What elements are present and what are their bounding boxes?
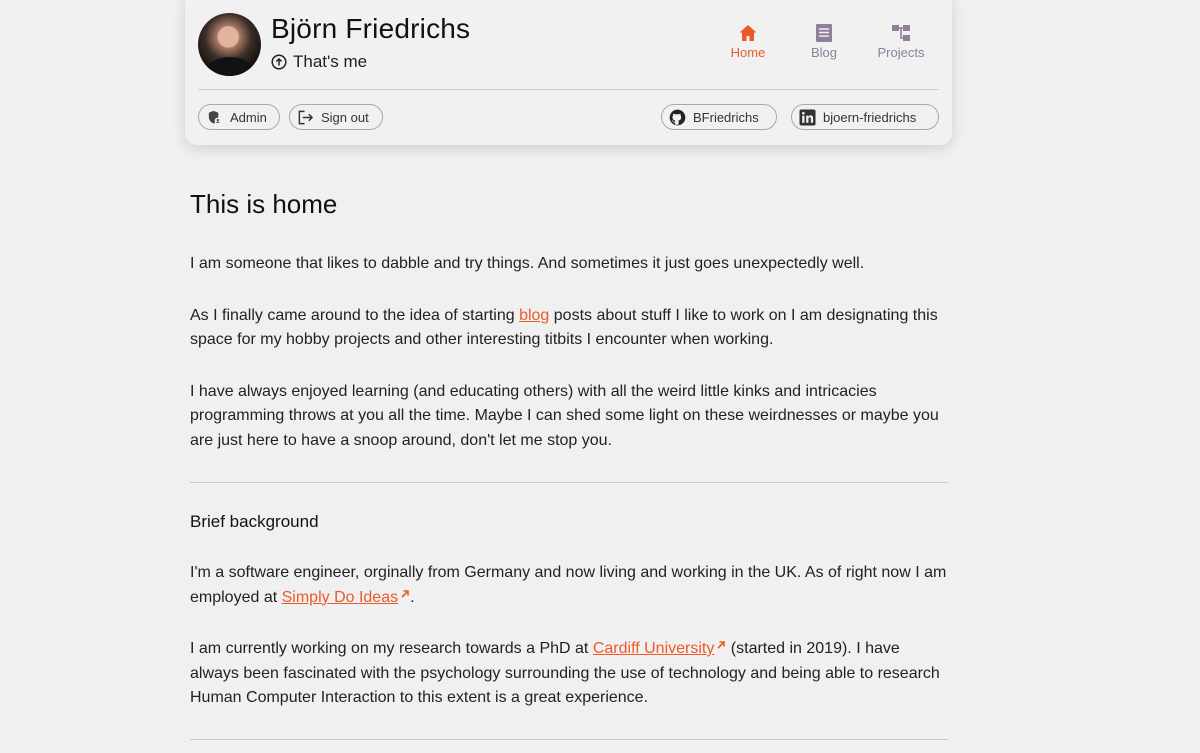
main-content: This is home I am someone that likes to …	[190, 185, 950, 740]
research-paragraph: I am currently working on my research to…	[190, 637, 950, 711]
employment-paragraph: I'm a software engineer, orginally from …	[190, 561, 950, 610]
simply-do-ideas-link-label: Simply Do Ideas	[281, 588, 399, 606]
header-divider	[198, 89, 939, 90]
linkedin-link[interactable]: bjoern-friedrichs	[791, 104, 939, 130]
github-icon	[669, 109, 686, 125]
learning-paragraph: I have always enjoyed learning (and educ…	[190, 382, 939, 449]
linkedin-label: bjoern-friedrichs	[823, 109, 917, 125]
simply-do-ideas-link[interactable]: Simply Do Ideas	[282, 589, 411, 606]
blog-icon	[816, 24, 832, 42]
nav-home-label: Home	[730, 45, 766, 60]
github-link[interactable]: BFriedrichs	[661, 104, 777, 130]
nav-blog-label: Blog	[810, 45, 838, 60]
intro-paragraph: I am someone that likes to dabble and tr…	[190, 255, 865, 272]
cardiff-university-link[interactable]: Cardiff University	[593, 640, 727, 657]
admin-label: Admin	[230, 109, 267, 125]
github-label: BFriedrichs	[693, 109, 759, 125]
cardiff-university-link-label: Cardiff University	[592, 640, 715, 657]
nav-projects-label: Projects	[877, 45, 925, 60]
blog-link[interactable]: blog	[519, 307, 549, 324]
section-divider	[190, 482, 948, 483]
sign-out-icon	[298, 110, 314, 124]
blog-paragraph: As I finally came around to the idea of …	[190, 304, 950, 353]
research-text-start: I am currently working on my research to…	[190, 640, 593, 657]
tagline-text: That's me	[293, 52, 368, 71]
site-owner-name: Björn Friedrichs	[271, 13, 471, 44]
background-heading: Brief background	[190, 512, 319, 531]
avatar	[198, 13, 261, 76]
admin-button[interactable]: Admin	[198, 104, 280, 130]
employment-text-end: .	[410, 588, 415, 606]
nav-projects[interactable]: Projects	[869, 22, 933, 60]
linkedin-icon	[799, 108, 816, 126]
section-divider	[190, 738, 948, 740]
shield-user-icon	[208, 110, 222, 124]
sign-out-button[interactable]: Sign out	[289, 104, 383, 130]
external-link-icon	[401, 589, 409, 598]
projects-icon	[892, 25, 910, 41]
home-icon	[739, 25, 757, 41]
tagline: That's me	[271, 51, 367, 73]
external-link-icon	[717, 641, 726, 649]
nav-home[interactable]: Home	[716, 22, 780, 60]
blog-paragraph-text-start: As I finally came around to the idea of …	[190, 306, 520, 324]
arrow-up-circle-icon	[271, 54, 287, 70]
sign-out-label: Sign out	[321, 109, 369, 125]
nav-blog[interactable]: Blog	[792, 22, 856, 60]
page-title: This is home	[190, 189, 338, 219]
